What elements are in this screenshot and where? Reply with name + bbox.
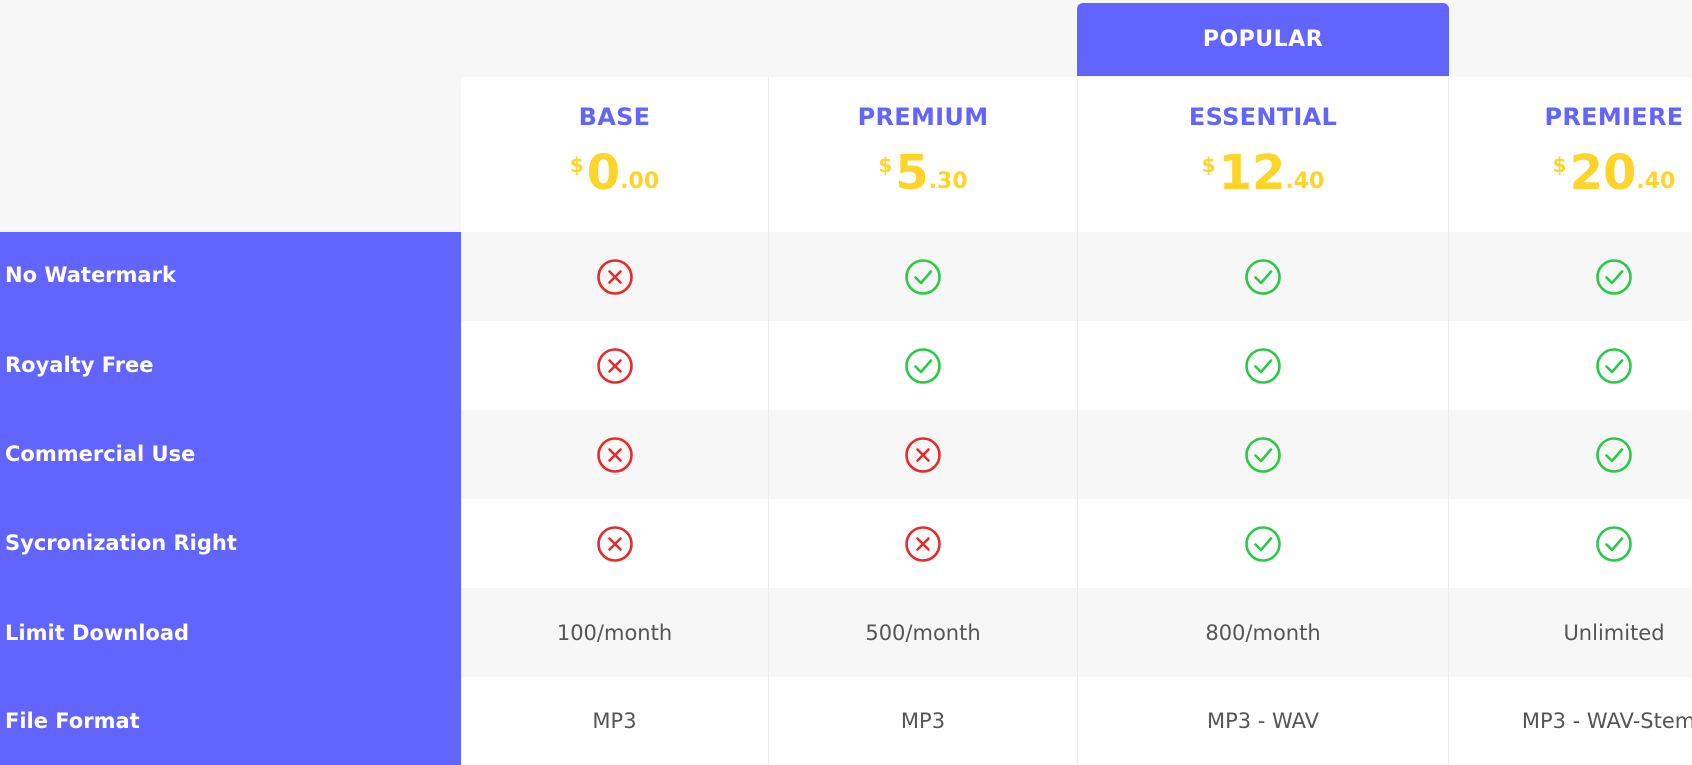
cell-commercial-use	[461, 410, 768, 499]
plan-name: ESSENTIAL	[1188, 103, 1338, 131]
currency-symbol: $	[1552, 153, 1567, 177]
currency-symbol: $	[569, 153, 584, 177]
feature-label-sync-right: Sycronization Right	[5, 531, 237, 555]
feature-label-no-watermark: No Watermark	[5, 263, 176, 287]
cell-sync-right	[1449, 499, 1692, 588]
cell-no-watermark	[1078, 232, 1448, 321]
features-panel: No Watermark Royalty Free Commercial Use…	[0, 232, 461, 765]
cross-icon	[596, 347, 633, 384]
cell-no-watermark	[461, 232, 768, 321]
check-icon	[1245, 436, 1281, 473]
cell-royalty-free	[461, 321, 768, 410]
price-integer: 5	[895, 145, 929, 201]
cross-icon	[905, 525, 941, 562]
plan-price: $ 0 .00	[461, 147, 768, 199]
cell-file-format: MP3	[900, 709, 946, 733]
price-decimal: .40	[1285, 169, 1325, 194]
check-icon	[1596, 258, 1632, 295]
price-decimal: .40	[1636, 169, 1676, 194]
cell-limit-download: 100/month	[556, 620, 673, 645]
cell-commercial-use	[1449, 410, 1692, 499]
price-decimal: .00	[620, 169, 660, 194]
cell-no-watermark	[769, 232, 1077, 321]
check-icon	[1596, 525, 1632, 562]
feature-label-limit-download: Limit Download	[5, 621, 190, 645]
plan-column-premiere: PREMIERE $ 20 .40 Unlimited MP3 - WAV-St…	[1449, 77, 1692, 765]
cross-icon	[905, 436, 941, 473]
feature-label-commercial-use: Commercial Use	[5, 442, 196, 466]
cell-royalty-free	[769, 321, 1077, 410]
check-icon	[905, 347, 941, 384]
cell-file-format: MP3 - WAV-Stems	[1521, 709, 1692, 733]
cell-file-format: MP3 - WAV	[1206, 709, 1320, 733]
currency-symbol: $	[1201, 153, 1216, 177]
cell-file-format: MP3	[592, 709, 637, 733]
feature-label-royalty-free: Royalty Free	[5, 353, 154, 377]
cell-commercial-use	[769, 410, 1077, 499]
check-icon	[1245, 258, 1281, 295]
plan-price: $ 12 .40	[1078, 147, 1448, 199]
cell-no-watermark	[1449, 232, 1692, 321]
plan-name: PREMIERE	[1544, 103, 1684, 131]
cross-icon	[596, 258, 633, 295]
plan-column-premium: PREMIUM $ 5 .30 500/month MP3	[769, 77, 1077, 765]
plan-column-essential: ESSENTIAL $ 12 .40 800/month MP3 - WAV	[1078, 77, 1448, 765]
check-icon	[1596, 436, 1632, 473]
cell-royalty-free	[1078, 321, 1448, 410]
plan-name: PREMIUM	[857, 103, 989, 131]
check-icon	[905, 258, 941, 295]
popular-badge: POPULAR	[1077, 3, 1449, 76]
currency-symbol: $	[878, 153, 893, 177]
plan-price: $ 20 .40	[1449, 147, 1692, 199]
check-icon	[1245, 525, 1281, 562]
cell-commercial-use	[1078, 410, 1448, 499]
cell-royalty-free	[1449, 321, 1692, 410]
plan-column-base: BASE $ 0 .00 100/month MP3	[461, 77, 768, 765]
plan-price: $ 5 .30	[769, 147, 1077, 199]
cell-limit-download: 500/month	[865, 620, 981, 645]
price-integer: 12	[1218, 145, 1286, 201]
check-icon	[1596, 347, 1632, 384]
cross-icon	[596, 525, 633, 562]
cell-sync-right	[461, 499, 768, 588]
pricing-table: BASE $ 0 .00 100/month MP3 PREMIUM $ 5 .…	[461, 77, 1692, 765]
cell-limit-download: 800/month	[1205, 620, 1321, 645]
cross-icon	[596, 436, 633, 473]
check-icon	[1245, 347, 1281, 384]
price-integer: 0	[586, 145, 621, 201]
feature-label-file-format: File Format	[5, 709, 140, 733]
cell-sync-right	[769, 499, 1077, 588]
price-decimal: .30	[928, 169, 968, 194]
cell-limit-download: Unlimited	[1563, 620, 1665, 645]
price-integer: 20	[1569, 145, 1637, 201]
plan-name: BASE	[578, 103, 651, 131]
cell-sync-right	[1078, 499, 1448, 588]
